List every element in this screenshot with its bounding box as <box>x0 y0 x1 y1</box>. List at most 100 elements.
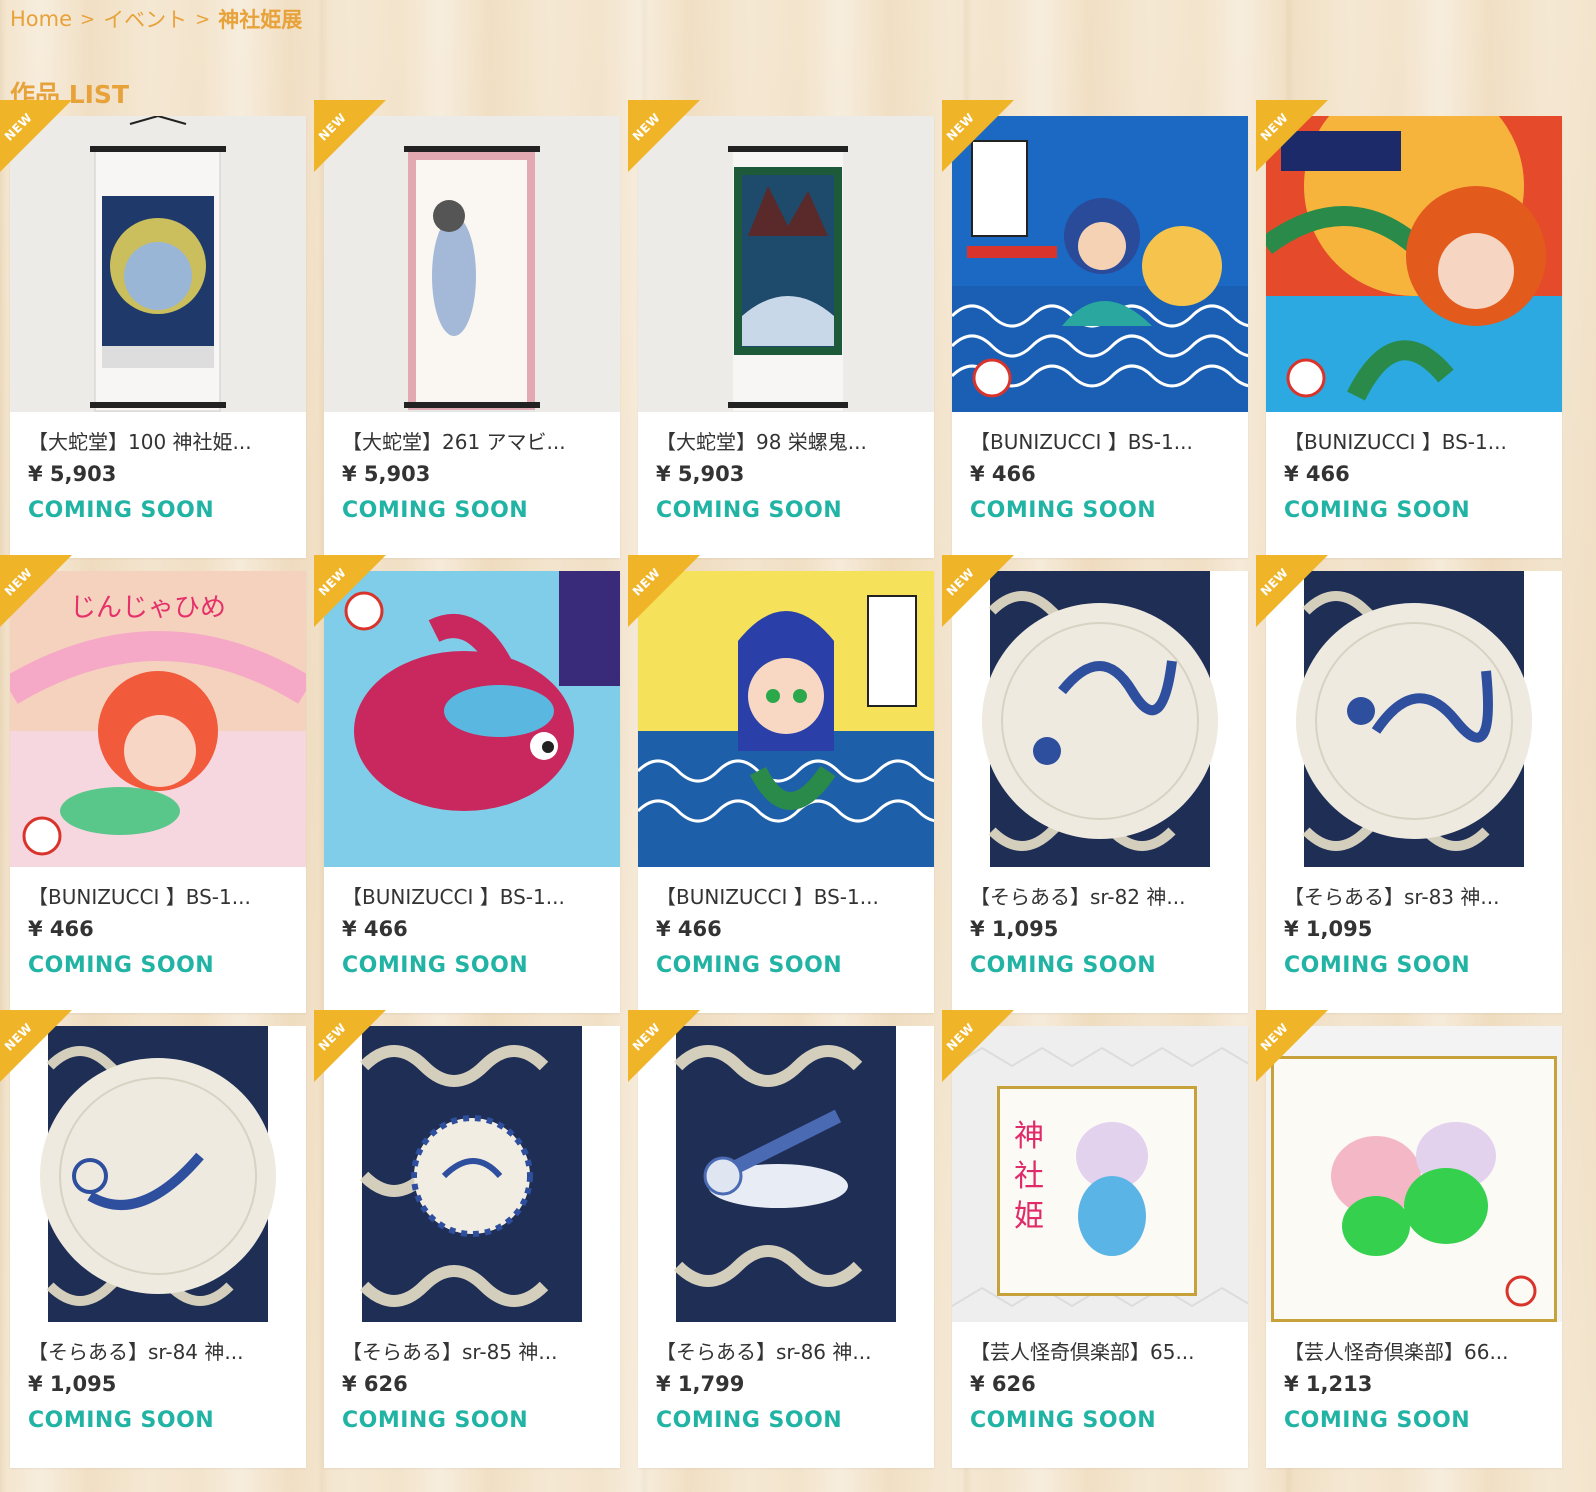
product-status: COMING SOON <box>1284 1408 1471 1433</box>
product-status: COMING SOON <box>656 1408 843 1433</box>
product-price: ¥ 466 <box>28 917 94 941</box>
product-card[interactable]: NEW 【BUNIZUCCI 】BS-1... ¥ 466 COMING SOO… <box>628 555 934 1013</box>
new-ribbon-label: NEW <box>315 110 350 144</box>
new-ribbon-label: NEW <box>629 1020 664 1054</box>
product-card[interactable]: NEW 【大蛇堂】261 アマビ... ¥ 5,903 COMING SOON <box>314 100 620 558</box>
product-name[interactable]: 【BUNIZUCCI 】BS-1... <box>656 881 924 911</box>
new-ribbon-label: NEW <box>1 565 36 599</box>
product-card[interactable]: NEW 神社姫 【芸人怪奇倶楽部】65... ¥ 626 COMING SOON <box>942 1010 1248 1468</box>
svg-text:神: 神 <box>1014 1119 1044 1154</box>
product-status: COMING SOON <box>342 1408 529 1433</box>
new-ribbon: NEW <box>1256 555 1328 627</box>
product-name[interactable]: 【そらある】sr-83 神... <box>1284 881 1552 911</box>
new-ribbon: NEW <box>314 1010 386 1082</box>
svg-text:じんじゃひめ: じんじゃひめ <box>70 593 226 623</box>
product-info: 【BUNIZUCCI 】BS-1... ¥ 466 COMING SOON <box>342 881 610 978</box>
new-ribbon-label: NEW <box>1257 1020 1292 1054</box>
product-info: 【大蛇堂】98 栄螺鬼... ¥ 5,903 COMING SOON <box>656 426 924 523</box>
product-status: COMING SOON <box>1284 498 1471 523</box>
svg-text:姫: 姫 <box>1014 1199 1044 1234</box>
new-ribbon: NEW <box>628 100 700 172</box>
product-name[interactable]: 【芸人怪奇倶楽部】65... <box>970 1336 1238 1366</box>
product-name[interactable]: 【BUNIZUCCI 】BS-1... <box>342 881 610 911</box>
product-card[interactable]: NEW 【BUNIZUCCI 】BS-1... ¥ 466 COMING SOO… <box>942 100 1248 558</box>
product-name[interactable]: 【BUNIZUCCI 】BS-1... <box>970 426 1238 456</box>
product-price: ¥ 466 <box>970 462 1036 486</box>
product-name[interactable]: 【芸人怪奇倶楽部】66... <box>1284 1336 1552 1366</box>
product-name[interactable]: 【そらある】sr-85 神... <box>342 1336 610 1366</box>
breadcrumb-separator: > <box>80 8 96 30</box>
product-card[interactable]: NEW 【そらある】sr-85 神... ¥ 626 COMING SOON <box>314 1010 620 1468</box>
breadcrumb-separator: > <box>195 8 211 30</box>
product-card[interactable]: NEW 【そらある】sr-83 神... ¥ 1,095 COMING SOON <box>1256 555 1562 1013</box>
product-price: ¥ 626 <box>342 1372 408 1396</box>
product-card[interactable]: NEW 【BUNIZUCCI 】BS-1... ¥ 466 COMING SOO… <box>1256 100 1562 558</box>
product-name[interactable]: 【大蛇堂】100 神社姫... <box>28 426 296 456</box>
new-ribbon-label: NEW <box>629 565 664 599</box>
breadcrumb: Home > イベント > 神社姫展 <box>10 4 302 34</box>
product-price: ¥ 1,095 <box>970 917 1059 941</box>
product-price: ¥ 5,903 <box>28 462 117 486</box>
product-card[interactable]: NEW 【そらある】sr-82 神... ¥ 1,095 COMING SOON <box>942 555 1248 1013</box>
product-info: 【BUNIZUCCI 】BS-1... ¥ 466 COMING SOON <box>970 426 1238 523</box>
new-ribbon: NEW <box>1256 100 1328 172</box>
product-price: ¥ 626 <box>970 1372 1036 1396</box>
product-info: 【大蛇堂】100 神社姫... ¥ 5,903 COMING SOON <box>28 426 296 523</box>
new-ribbon: NEW <box>314 100 386 172</box>
breadcrumb-current: 神社姫展 <box>218 8 303 32</box>
new-ribbon-label: NEW <box>1 110 36 144</box>
product-status: COMING SOON <box>28 953 215 978</box>
product-status: COMING SOON <box>970 953 1157 978</box>
breadcrumb-event-link[interactable]: イベント <box>103 4 187 34</box>
product-info: 【そらある】sr-86 神... ¥ 1,799 COMING SOON <box>656 1336 924 1433</box>
product-name[interactable]: 【BUNIZUCCI 】BS-1... <box>1284 426 1552 456</box>
product-price: ¥ 466 <box>656 917 722 941</box>
product-card[interactable]: NEW 【そらある】sr-86 神... ¥ 1,799 COMING SOON <box>628 1010 934 1468</box>
new-ribbon: NEW <box>0 100 72 172</box>
product-info: 【BUNIZUCCI 】BS-1... ¥ 466 COMING SOON <box>1284 426 1552 523</box>
product-card[interactable]: NEW 【芸人怪奇倶楽部】66... ¥ 1,213 COMING SOON <box>1256 1010 1562 1468</box>
product-price: ¥ 1,213 <box>1284 1372 1373 1396</box>
product-name[interactable]: 【大蛇堂】261 アマビ... <box>342 426 610 456</box>
new-ribbon-label: NEW <box>1 1020 36 1054</box>
new-ribbon: NEW <box>1256 1010 1328 1082</box>
product-info: 【大蛇堂】261 アマビ... ¥ 5,903 COMING SOON <box>342 426 610 523</box>
product-status: COMING SOON <box>342 498 529 523</box>
new-ribbon-label: NEW <box>1257 110 1292 144</box>
product-status: COMING SOON <box>342 953 529 978</box>
product-price: ¥ 5,903 <box>656 462 745 486</box>
new-ribbon: NEW <box>942 1010 1014 1082</box>
product-card[interactable]: NEW 【大蛇堂】100 神社姫... ¥ 5,903 COMING SOON <box>0 100 306 558</box>
breadcrumb-home-link[interactable]: Home <box>10 7 72 31</box>
product-name[interactable]: 【大蛇堂】98 栄螺鬼... <box>656 426 924 456</box>
product-name[interactable]: 【そらある】sr-84 神... <box>28 1336 296 1366</box>
product-info: 【そらある】sr-85 神... ¥ 626 COMING SOON <box>342 1336 610 1433</box>
product-status: COMING SOON <box>28 498 215 523</box>
product-status: COMING SOON <box>656 498 843 523</box>
product-name[interactable]: 【そらある】sr-82 神... <box>970 881 1238 911</box>
product-card[interactable]: NEW 【そらある】sr-84 神... ¥ 1,095 COMING SOON <box>0 1010 306 1468</box>
product-status: COMING SOON <box>970 1408 1157 1433</box>
product-name[interactable]: 【そらある】sr-86 神... <box>656 1336 924 1366</box>
product-status: COMING SOON <box>656 953 843 978</box>
product-price: ¥ 466 <box>342 917 408 941</box>
new-ribbon: NEW <box>628 1010 700 1082</box>
product-card[interactable]: NEW 【大蛇堂】98 栄螺鬼... ¥ 5,903 COMING SOON <box>628 100 934 558</box>
new-ribbon: NEW <box>942 555 1014 627</box>
product-price: ¥ 1,095 <box>28 1372 117 1396</box>
product-name[interactable]: 【BUNIZUCCI 】BS-1... <box>28 881 296 911</box>
product-card[interactable]: NEW じんじゃひめ 【BUNIZUCCI 】BS-1... ¥ 466 COM… <box>0 555 306 1013</box>
new-ribbon: NEW <box>0 1010 72 1082</box>
product-status: COMING SOON <box>28 1408 215 1433</box>
product-info: 【芸人怪奇倶楽部】65... ¥ 626 COMING SOON <box>970 1336 1238 1433</box>
new-ribbon: NEW <box>942 100 1014 172</box>
product-status: COMING SOON <box>970 498 1157 523</box>
new-ribbon: NEW <box>628 555 700 627</box>
product-info: 【BUNIZUCCI 】BS-1... ¥ 466 COMING SOON <box>28 881 296 978</box>
product-card[interactable]: NEW 【BUNIZUCCI 】BS-1... ¥ 466 COMING SOO… <box>314 555 620 1013</box>
product-price: ¥ 5,903 <box>342 462 431 486</box>
new-ribbon: NEW <box>314 555 386 627</box>
new-ribbon-label: NEW <box>1257 565 1292 599</box>
product-info: 【そらある】sr-84 神... ¥ 1,095 COMING SOON <box>28 1336 296 1433</box>
product-price: ¥ 466 <box>1284 462 1350 486</box>
